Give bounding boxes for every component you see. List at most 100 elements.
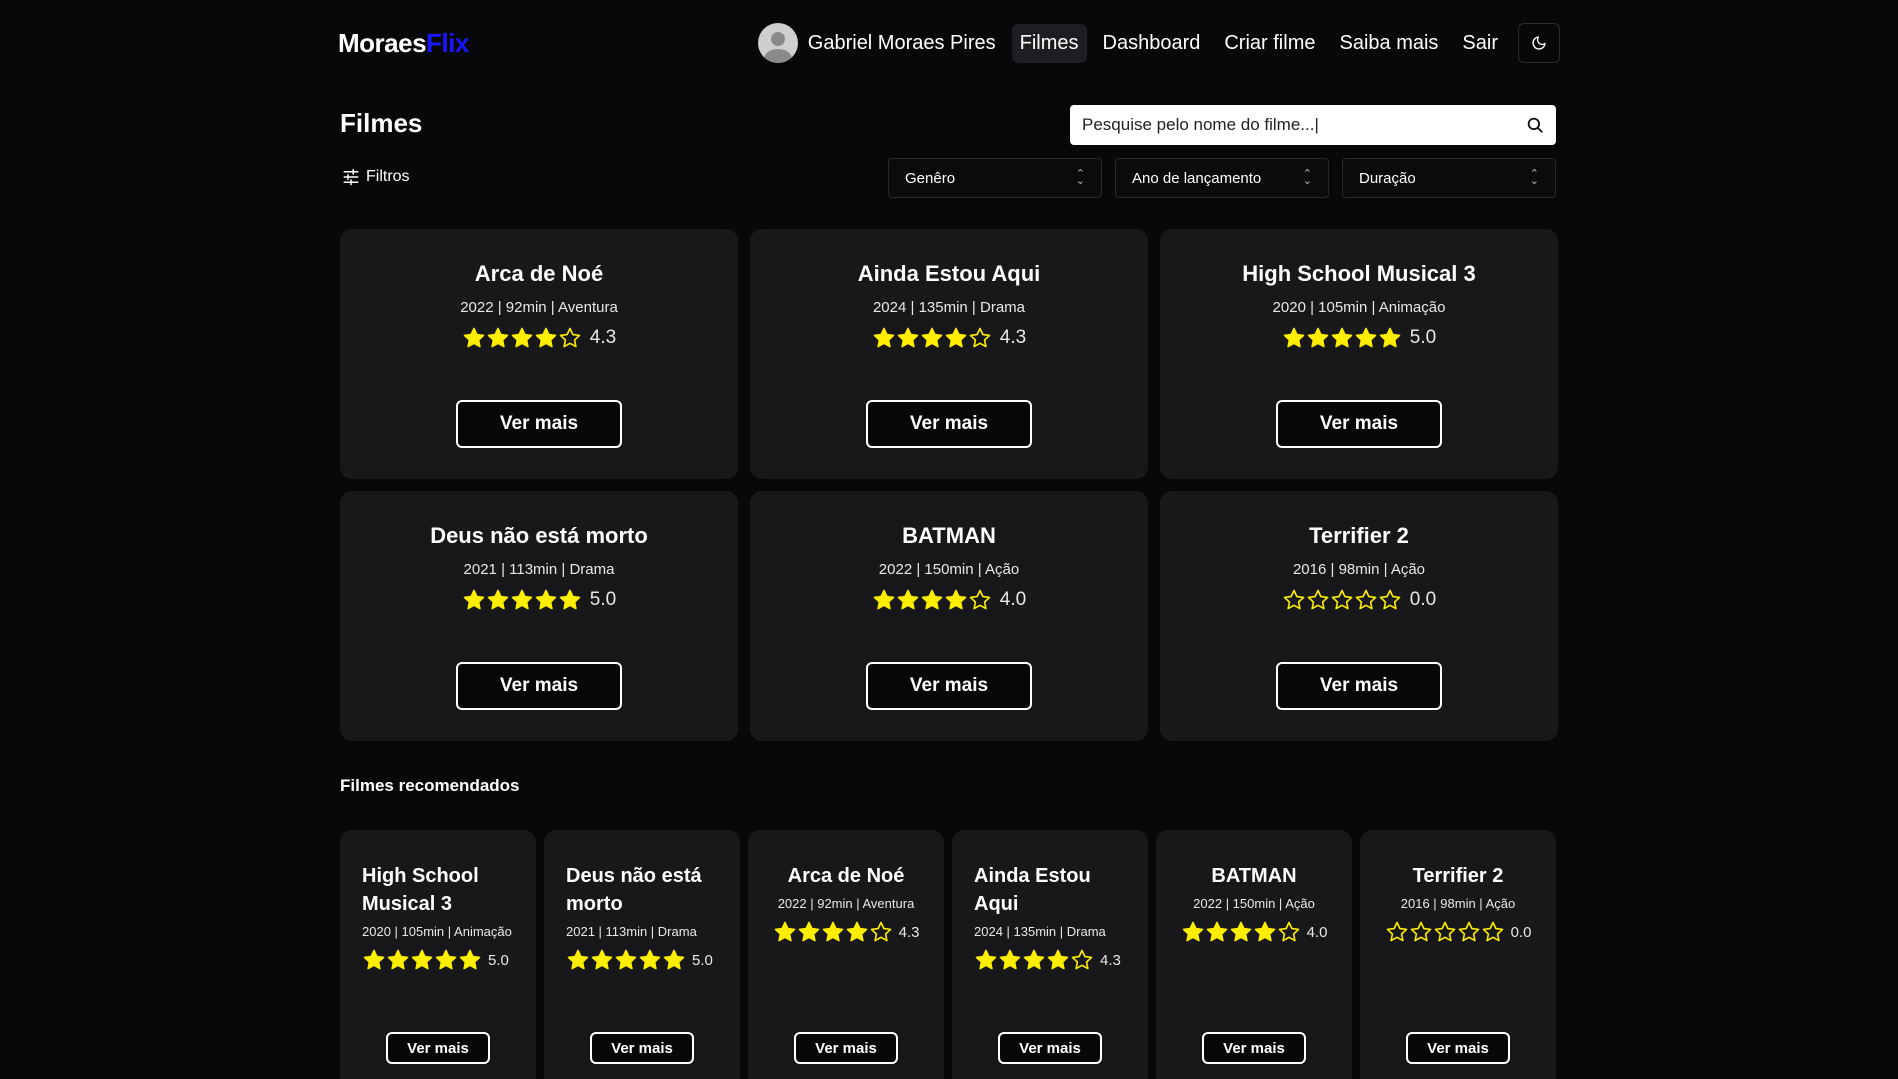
user-name: Gabriel Moraes Pires xyxy=(807,31,996,54)
star-empty-icon xyxy=(1307,589,1329,610)
ver-mais-button[interactable]: Ver mais xyxy=(1202,1032,1306,1064)
search-icon[interactable] xyxy=(1526,116,1544,134)
movie-grid: Arca de Noé 2022 | 92min | Aventura 4.3 Ver… xyxy=(340,229,1558,741)
rating-stars xyxy=(872,326,992,350)
rating-value: 4.3 xyxy=(589,327,617,348)
nav-link-saiba-mais[interactable]: Saiba mais xyxy=(1331,24,1446,63)
star-filled-icon xyxy=(559,589,581,610)
star-filled-icon xyxy=(459,949,481,970)
genre-select[interactable]: Genêro ⌃ ⌄ xyxy=(888,158,1102,198)
rating-value: 4.3 xyxy=(1100,951,1121,969)
recommended-row: High School Musical 3 2020 | 105min | Ani… xyxy=(340,830,1558,1079)
star-filled-icon xyxy=(873,589,895,610)
rating-stars xyxy=(462,326,582,350)
rating: 4.3 xyxy=(462,326,616,350)
recommended-meta: 2022 | 92min | Aventura xyxy=(777,896,915,911)
star-filled-icon xyxy=(1307,327,1329,348)
movie-meta: 2024 | 135min | Drama xyxy=(872,299,1026,316)
rating-value: 0.0 xyxy=(1510,923,1532,941)
theme-toggle-button[interactable] xyxy=(1518,23,1560,63)
rating-value: 4.3 xyxy=(999,327,1027,348)
ver-mais-button[interactable]: Ver mais xyxy=(456,662,622,710)
logo-accent-text: Flix xyxy=(426,27,469,58)
filters-toggle[interactable]: Filtros xyxy=(342,168,410,186)
star-filled-icon xyxy=(798,921,819,942)
top-nav: MoraesFlix Gabriel Moraes Pires Filmes D… xyxy=(338,22,1560,64)
genre-select-value: Genêro xyxy=(905,169,956,187)
ver-mais-button[interactable]: Ver mais xyxy=(1276,400,1442,448)
rating: 4.0 xyxy=(872,588,1026,612)
star-empty-icon xyxy=(1482,921,1503,942)
movie-meta: 2016 | 98min | Ação xyxy=(1292,561,1426,578)
rating-stars xyxy=(773,920,893,944)
recommended-card: BATMAN 2022 | 150min | Ação 4.0 Ver mais xyxy=(1156,830,1352,1079)
star-filled-icon xyxy=(663,949,685,970)
rating-value: 5.0 xyxy=(589,589,617,610)
star-filled-icon xyxy=(774,921,795,942)
logo[interactable]: MoraesFlix xyxy=(338,28,469,59)
movie-meta: 2022 | 150min | Ação xyxy=(878,561,1020,578)
search-bar xyxy=(1070,105,1556,145)
rating-stars xyxy=(362,948,482,972)
nav-link-dashboard[interactable]: Dashboard xyxy=(1095,24,1209,63)
ver-mais-button[interactable]: Ver mais xyxy=(1276,662,1442,710)
star-empty-icon xyxy=(1410,921,1431,942)
star-filled-icon xyxy=(822,921,843,942)
star-filled-icon xyxy=(1023,949,1045,970)
nav-link-filmes[interactable]: Filmes xyxy=(1011,23,1087,63)
movie-meta: 2022 | 92min | Aventura xyxy=(460,299,618,316)
recommended-title-text: BATMAN xyxy=(1211,865,1297,887)
movie-title: Arca de Noé xyxy=(474,261,604,286)
rating-stars xyxy=(974,948,1094,972)
filters-label: Filtros xyxy=(366,168,410,185)
star-filled-icon xyxy=(897,589,919,610)
recommended-card: Deus não está morto 2021 | 113min | Drama… xyxy=(544,830,740,1079)
star-empty-icon xyxy=(1283,589,1305,610)
star-filled-icon xyxy=(363,949,385,970)
rating-value: 5.0 xyxy=(1409,327,1437,348)
star-filled-icon xyxy=(1331,327,1353,348)
ver-mais-button[interactable]: Ver mais xyxy=(1406,1032,1510,1064)
duration-select[interactable]: Duração ⌃ ⌄ xyxy=(1342,158,1556,198)
star-filled-icon xyxy=(535,589,557,610)
ver-mais-button[interactable]: Ver mais xyxy=(456,400,622,448)
star-filled-icon xyxy=(1254,921,1275,942)
rating: 5.0 xyxy=(566,948,713,972)
chevron-updown-icon: ⌃ ⌄ xyxy=(1075,168,1085,187)
rating-stars xyxy=(566,948,686,972)
recommended-card: High School Musical 3 2020 | 105min | Ani… xyxy=(340,830,536,1079)
rating-value: 4.3 xyxy=(898,923,920,941)
recommended-meta: 2024 | 135min | Drama xyxy=(974,924,1106,939)
rating: 5.0 xyxy=(1282,326,1436,350)
year-select[interactable]: Ano de lançamento ⌃ ⌄ xyxy=(1115,158,1329,198)
star-filled-icon xyxy=(639,949,661,970)
nav-right: Gabriel Moraes Pires Filmes Dashboard Cr… xyxy=(757,23,1560,63)
recommended-title-text: Deus não está morto xyxy=(566,865,702,915)
ver-mais-button[interactable]: Ver mais xyxy=(794,1032,898,1064)
star-filled-icon xyxy=(975,949,997,970)
ver-mais-button[interactable]: Ver mais xyxy=(590,1032,694,1064)
star-filled-icon xyxy=(487,589,509,610)
star-filled-icon xyxy=(1230,921,1251,942)
star-filled-icon xyxy=(1283,327,1305,348)
movie-title: Ainda Estou Aqui xyxy=(857,261,1041,286)
star-filled-icon xyxy=(1206,921,1227,942)
recommended-card: Ainda Estou Aqui 2024 | 135min | Drama 4.3… xyxy=(952,830,1148,1079)
ver-mais-button[interactable]: Ver mais xyxy=(998,1032,1102,1064)
rating: 4.0 xyxy=(1181,920,1327,944)
ver-mais-button[interactable]: Ver mais xyxy=(866,662,1032,710)
nav-link-criar-filme[interactable]: Criar filme xyxy=(1216,24,1323,63)
movie-title: Terrifier 2 xyxy=(1309,523,1409,548)
page-title: Filmes xyxy=(340,108,423,138)
ver-mais-button[interactable]: Ver mais xyxy=(866,400,1032,448)
avatar xyxy=(757,23,798,63)
star-empty-icon xyxy=(969,327,991,348)
star-empty-icon xyxy=(1458,921,1479,942)
ver-mais-button[interactable]: Ver mais xyxy=(386,1032,490,1064)
star-filled-icon xyxy=(897,327,919,348)
search-input[interactable] xyxy=(1082,115,1526,135)
nav-link-sair[interactable]: Sair xyxy=(1454,24,1506,63)
movie-title: High School Musical 3 xyxy=(1242,261,1476,286)
sliders-icon xyxy=(343,168,359,186)
user-profile[interactable]: Gabriel Moraes Pires xyxy=(757,23,996,63)
